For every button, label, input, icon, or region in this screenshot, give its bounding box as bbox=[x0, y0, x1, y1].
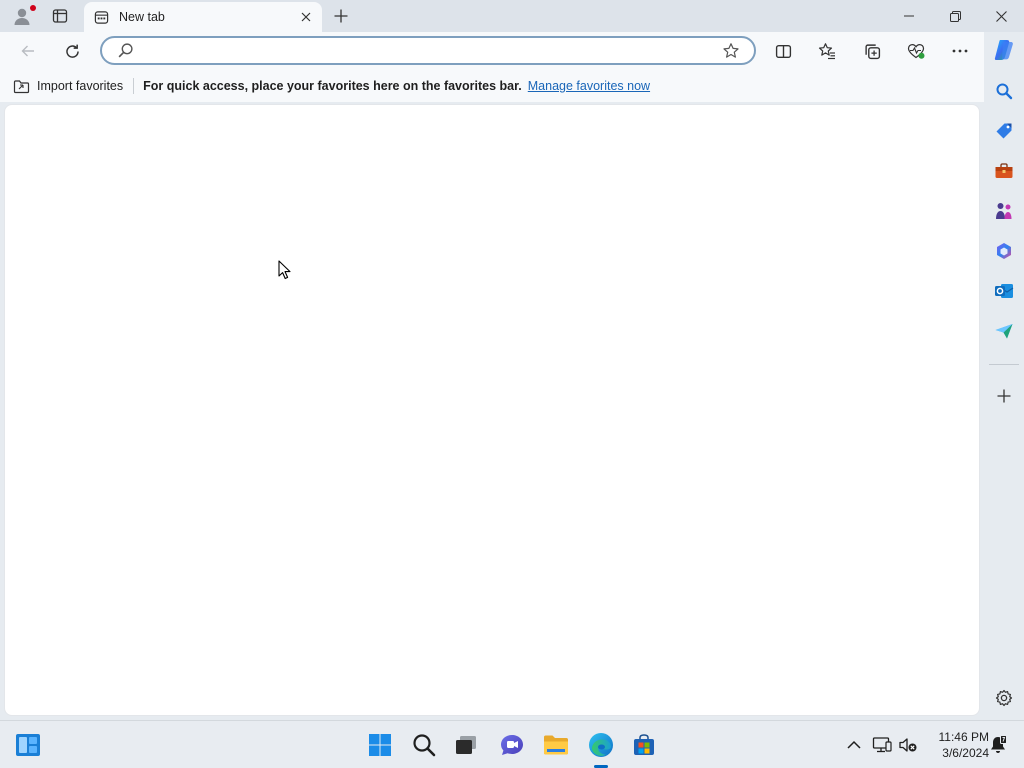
close-icon bbox=[995, 10, 1007, 22]
back-arrow-icon bbox=[21, 45, 34, 57]
taskbar-edge-button[interactable] bbox=[583, 727, 619, 763]
copilot-icon bbox=[994, 40, 1013, 60]
refresh-icon bbox=[65, 44, 79, 58]
network-icon bbox=[872, 737, 892, 753]
settings-and-more-button[interactable] bbox=[944, 35, 976, 67]
address-bar[interactable] bbox=[100, 36, 756, 65]
sidebar-search-button[interactable] bbox=[988, 75, 1020, 107]
add-icon bbox=[997, 389, 1011, 403]
clock-time: 11:46 PM bbox=[938, 730, 989, 744]
sidebar-add-button[interactable] bbox=[988, 380, 1020, 412]
page-content[interactable] bbox=[4, 104, 980, 716]
refresh-button[interactable] bbox=[56, 35, 88, 67]
tab-title: New tab bbox=[119, 10, 165, 24]
minimize-icon bbox=[904, 15, 914, 17]
edge-icon bbox=[589, 733, 613, 757]
widgets-icon bbox=[16, 734, 40, 756]
search-icon bbox=[413, 734, 436, 757]
sidebar-tools-button[interactable] bbox=[988, 155, 1020, 187]
close-icon bbox=[301, 12, 311, 22]
sidebar-divider bbox=[989, 364, 1019, 365]
taskbar-start-button[interactable] bbox=[362, 727, 398, 763]
add-favorite-star-icon[interactable] bbox=[722, 42, 740, 60]
drop-send-icon bbox=[995, 324, 1013, 339]
start-icon bbox=[369, 734, 391, 756]
chevron-up-icon bbox=[847, 740, 861, 749]
volume-muted-icon bbox=[899, 738, 917, 752]
manage-favorites-link[interactable]: Manage favorites now bbox=[528, 79, 650, 93]
task-view-icon bbox=[456, 736, 476, 754]
outlook-icon bbox=[995, 284, 1014, 298]
favorites-hint-text: For quick access, place your favorites h… bbox=[143, 79, 522, 93]
sidebar-drop-button[interactable] bbox=[988, 315, 1020, 347]
collections-icon bbox=[864, 43, 880, 59]
favorites-bar: Import favorites For quick access, place… bbox=[0, 70, 984, 102]
tab-actions-icon bbox=[52, 9, 68, 23]
taskbar-chat-button[interactable] bbox=[494, 727, 530, 763]
taskbar-widgets-button[interactable] bbox=[10, 727, 46, 763]
sidebar-shopping-button[interactable] bbox=[988, 115, 1020, 147]
favorites-divider bbox=[133, 78, 135, 94]
settings-icon bbox=[995, 689, 1013, 707]
sidebar-outlook-button[interactable] bbox=[988, 275, 1020, 307]
teams-chat-icon bbox=[501, 735, 523, 755]
shopping-tag-icon bbox=[996, 123, 1012, 139]
file-explorer-icon bbox=[544, 735, 568, 755]
address-input[interactable] bbox=[142, 42, 712, 60]
favorites-star-list-icon bbox=[818, 43, 835, 60]
show-hidden-icons-button[interactable] bbox=[842, 733, 866, 757]
search-icon bbox=[118, 43, 133, 58]
volume-button[interactable] bbox=[896, 733, 920, 757]
more-dots-icon bbox=[952, 49, 968, 53]
taskbar: 11:46 PM 3/6/2024 bbox=[0, 720, 1024, 768]
tools-briefcase-icon bbox=[995, 163, 1013, 178]
browser-essentials-button[interactable] bbox=[900, 35, 932, 67]
new-tab-page-icon bbox=[94, 10, 109, 24]
taskbar-task-view-button[interactable] bbox=[448, 727, 484, 763]
edge-sidebar bbox=[984, 32, 1024, 718]
store-icon bbox=[634, 734, 654, 755]
taskbar-search-button[interactable] bbox=[406, 727, 442, 763]
collections-button[interactable] bbox=[856, 35, 888, 67]
profile-icon bbox=[14, 8, 30, 25]
notifications-button[interactable] bbox=[986, 733, 1010, 757]
new-tab-button[interactable] bbox=[326, 0, 356, 32]
sidebar-microsoft365-button[interactable] bbox=[988, 235, 1020, 267]
close-window-button[interactable] bbox=[978, 0, 1024, 32]
search-icon bbox=[996, 83, 1013, 100]
profile-button[interactable] bbox=[6, 0, 38, 32]
plus-icon bbox=[334, 9, 348, 23]
tab-new-tab[interactable]: New tab bbox=[84, 2, 322, 32]
import-favorites-icon bbox=[13, 79, 30, 93]
tab-close-button[interactable] bbox=[296, 7, 316, 27]
back-button[interactable] bbox=[12, 35, 44, 67]
title-bar: New tab bbox=[0, 0, 1024, 32]
restore-icon bbox=[949, 10, 961, 22]
taskbar-store-button[interactable] bbox=[626, 727, 662, 763]
taskbar-file-explorer-button[interactable] bbox=[538, 727, 574, 763]
restore-button[interactable] bbox=[932, 0, 978, 32]
games-icon bbox=[996, 203, 1012, 219]
import-favorites-button[interactable]: Import favorites bbox=[13, 74, 123, 98]
taskbar-clock[interactable]: 11:46 PM 3/6/2024 bbox=[925, 729, 989, 761]
sidebar-games-button[interactable] bbox=[988, 195, 1020, 227]
mouse-cursor-icon bbox=[278, 260, 291, 280]
minimize-button[interactable] bbox=[886, 0, 932, 32]
browser-toolbar bbox=[0, 32, 984, 70]
split-screen-icon bbox=[775, 44, 791, 58]
clock-date: 3/6/2024 bbox=[942, 746, 989, 760]
favorites-button[interactable] bbox=[811, 35, 843, 67]
network-status-button[interactable] bbox=[870, 733, 894, 757]
tab-actions-button[interactable] bbox=[44, 0, 76, 32]
notification-dot bbox=[30, 5, 36, 11]
split-screen-button[interactable] bbox=[767, 35, 799, 67]
notification-bell-icon bbox=[991, 735, 1007, 753]
sidebar-settings-button[interactable] bbox=[988, 682, 1020, 714]
copilot-button[interactable] bbox=[988, 34, 1020, 66]
heart-pulse-icon bbox=[907, 43, 925, 59]
microsoft365-icon bbox=[997, 243, 1011, 259]
import-favorites-label: Import favorites bbox=[37, 79, 124, 93]
